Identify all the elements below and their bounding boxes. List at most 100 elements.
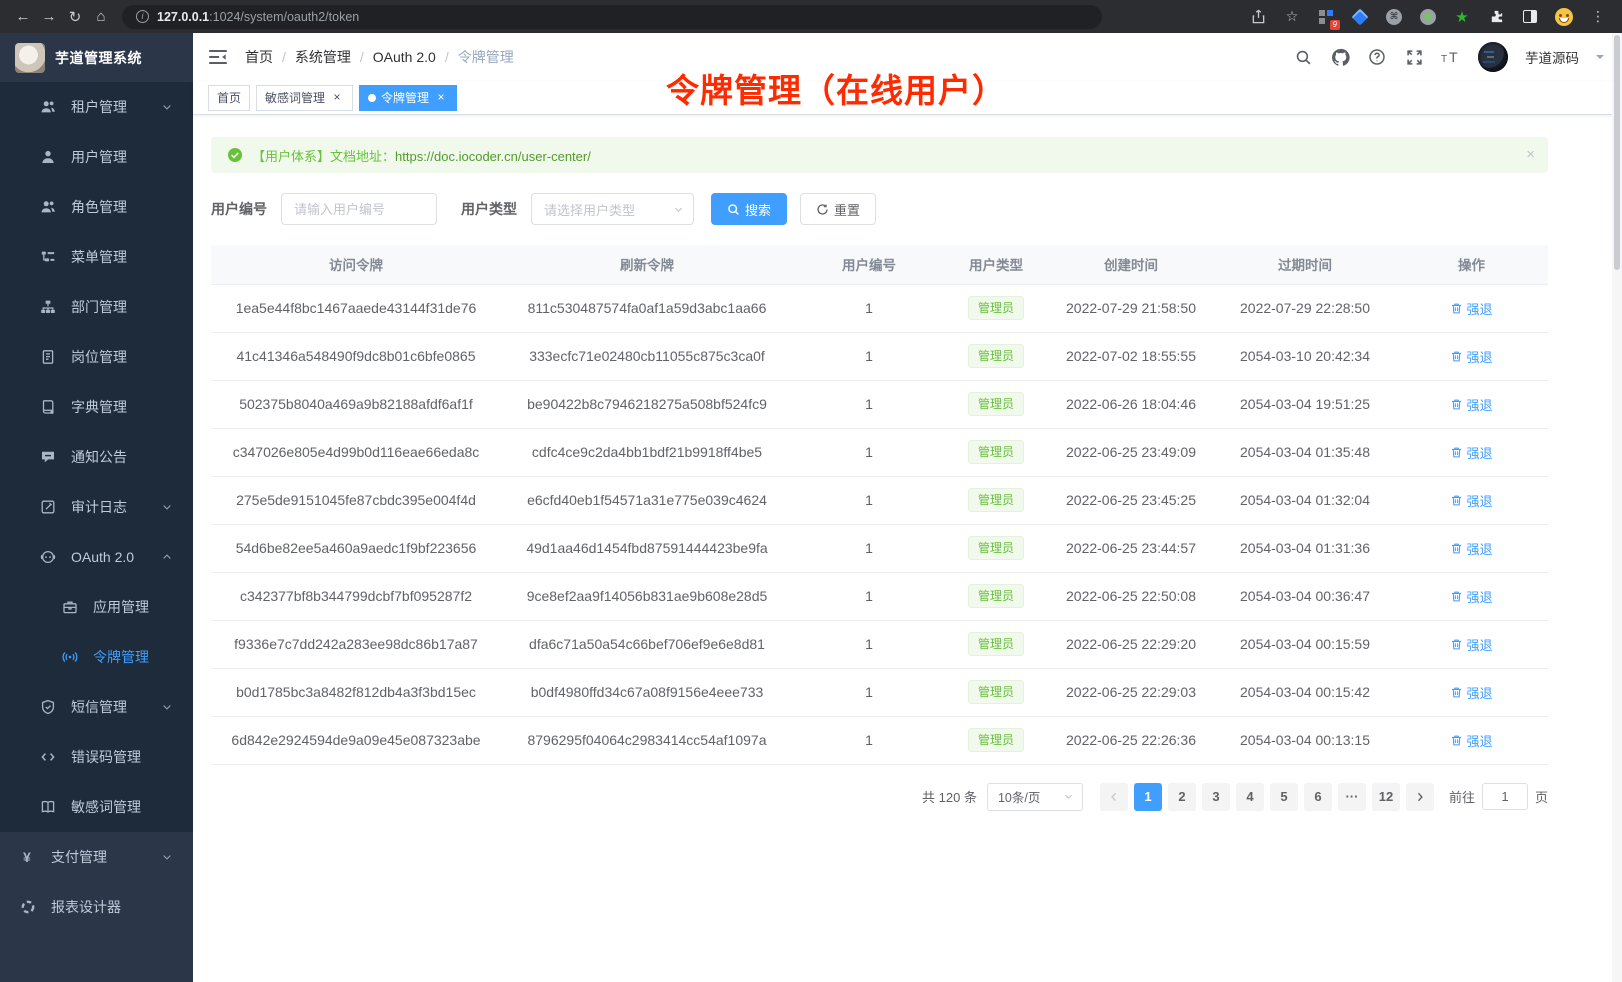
- bookmark-star-icon[interactable]: ☆: [1282, 7, 1302, 27]
- chevron-down-icon: [161, 101, 173, 113]
- sidebar-item-role[interactable]: 角色管理: [0, 182, 193, 232]
- recorder-extension-icon[interactable]: [1418, 7, 1438, 27]
- access-token-cell: c342377bf8b344799dcbf7bf095287f2: [211, 572, 501, 620]
- sidebar-item-user[interactable]: 用户管理: [0, 132, 193, 182]
- back-icon[interactable]: ←: [10, 4, 36, 30]
- sidebar-item-menu[interactable]: 菜单管理: [0, 232, 193, 282]
- user-type-select[interactable]: 请选择用户类型: [531, 193, 694, 225]
- sidebar-item-notice[interactable]: 通知公告: [0, 432, 193, 482]
- sidebar-item-oauth-app[interactable]: 应用管理: [0, 582, 193, 632]
- action-cell: 强退: [1395, 572, 1548, 620]
- sidebar-item-sensitive-word[interactable]: 敏感词管理: [0, 782, 193, 832]
- pager-page-button[interactable]: 2: [1168, 783, 1196, 811]
- chevron-down-icon[interactable]: [1596, 55, 1604, 63]
- user-type-badge: 管理员: [968, 344, 1024, 369]
- page-content: 【用户体系】文档地址：https://doc.iocoder.cn/user-c…: [193, 115, 1622, 982]
- sidebar-item-dictionary[interactable]: 字典管理: [0, 382, 193, 432]
- browser-menu-icon[interactable]: ⋮: [1588, 7, 1608, 27]
- sidebar-item-oauth-token[interactable]: 令牌管理: [0, 632, 193, 682]
- force-logout-button[interactable]: 强退: [1450, 731, 1492, 750]
- sidebar-item-error-code[interactable]: 错误码管理: [0, 732, 193, 782]
- force-logout-button[interactable]: 强退: [1450, 491, 1492, 510]
- prev-page-button[interactable]: [1100, 783, 1128, 811]
- expire-time-cell: 2054-03-04 00:15:59: [1215, 620, 1395, 668]
- search-button[interactable]: 搜索: [711, 193, 787, 225]
- gem-extension-icon[interactable]: [1350, 7, 1370, 27]
- pager-page-button[interactable]: 12: [1372, 783, 1400, 811]
- forward-icon[interactable]: →: [36, 4, 62, 30]
- pager-page-button[interactable]: 6: [1304, 783, 1332, 811]
- page-size-select[interactable]: 10条/页: [987, 783, 1083, 811]
- goto-page-input[interactable]: [1482, 783, 1528, 810]
- sidebar-item-tenant[interactable]: 租户管理: [0, 82, 193, 132]
- pager-page-button[interactable]: 3: [1202, 783, 1230, 811]
- force-logout-label: 强退: [1466, 587, 1492, 606]
- user-id-label: 用户编号: [211, 199, 267, 219]
- force-logout-button[interactable]: 强退: [1450, 683, 1492, 702]
- home-icon[interactable]: ⌂: [88, 4, 114, 30]
- gray-extension-icon[interactable]: ⌘: [1384, 7, 1404, 27]
- edit-square-icon: [40, 499, 56, 515]
- fullscreen-icon[interactable]: [1404, 47, 1424, 67]
- site-info-icon[interactable]: i: [136, 10, 149, 23]
- force-logout-button[interactable]: 强退: [1450, 587, 1492, 606]
- app-logo[interactable]: 芋道管理系统: [0, 33, 193, 82]
- doc-link[interactable]: https://doc.iocoder.cn/user-center/: [395, 149, 591, 164]
- tab-home[interactable]: 首页: [208, 85, 250, 111]
- reset-button[interactable]: 重置: [800, 193, 876, 225]
- sidebar-item-sms[interactable]: 短信管理: [0, 682, 193, 732]
- next-page-button[interactable]: [1406, 783, 1434, 811]
- chat-bubble-icon: [40, 449, 56, 465]
- tab-close-icon[interactable]: ×: [330, 91, 344, 105]
- force-logout-button[interactable]: 强退: [1450, 635, 1492, 654]
- search-icon[interactable]: [1293, 47, 1313, 67]
- refresh-token-cell: 811c530487574fa0af1a59d3abc1aa66: [501, 284, 793, 332]
- tab-token[interactable]: 令牌管理×: [359, 85, 457, 111]
- github-icon[interactable]: [1330, 47, 1350, 67]
- user-id-cell: 1: [793, 620, 945, 668]
- create-time-cell: 2022-06-25 22:26:36: [1047, 716, 1215, 764]
- force-logout-button[interactable]: 强退: [1450, 539, 1492, 558]
- chevron-down-icon: [161, 501, 173, 513]
- pager-ellipsis[interactable]: ···: [1338, 783, 1366, 811]
- help-icon[interactable]: [1367, 47, 1387, 67]
- sidebar-item-payment[interactable]: ¥支付管理: [0, 832, 193, 882]
- pager-page-button[interactable]: 1: [1134, 783, 1162, 811]
- pager-page-button[interactable]: 5: [1270, 783, 1298, 811]
- sidebar-item-oauth2[interactable]: OAuth 2.0: [0, 532, 193, 582]
- user-id-input[interactable]: [281, 193, 437, 225]
- breadcrumb-item[interactable]: 系统管理: [295, 47, 351, 67]
- tab-close-icon[interactable]: ×: [434, 91, 448, 105]
- font-size-icon[interactable]: TT: [1441, 47, 1461, 67]
- sidebar-item-audit-log[interactable]: 审计日志: [0, 482, 193, 532]
- tab-sensitive-word[interactable]: 敏感词管理×: [256, 85, 353, 111]
- alert-close-icon[interactable]: ×: [1526, 147, 1535, 162]
- trash-icon: [1450, 398, 1463, 411]
- hamburger-icon[interactable]: [207, 46, 229, 68]
- sidebar-item-department[interactable]: 部门管理: [0, 282, 193, 332]
- profile-avatar-icon[interactable]: [1554, 7, 1574, 27]
- page-scrollbar[interactable]: [1612, 33, 1622, 982]
- force-logout-button[interactable]: 强退: [1450, 299, 1492, 318]
- goto-label: 前往: [1449, 787, 1475, 806]
- extension-grid-icon[interactable]: 9: [1316, 7, 1336, 27]
- refresh-token-cell: be90422b8c7946218275a508bf524fc9: [501, 380, 793, 428]
- sidebar-item-label: 租户管理: [71, 97, 127, 117]
- sidebar-item-report-designer[interactable]: 报表设计器: [0, 882, 193, 932]
- force-logout-button[interactable]: 强退: [1450, 347, 1492, 366]
- user-name[interactable]: 芋道源码: [1525, 47, 1579, 67]
- pager-page-button[interactable]: 4: [1236, 783, 1264, 811]
- share-icon[interactable]: [1248, 7, 1268, 27]
- breadcrumb-item[interactable]: 首页: [245, 47, 273, 67]
- breadcrumb-item[interactable]: OAuth 2.0: [373, 49, 436, 65]
- sidebar-item-post[interactable]: 岗位管理: [0, 332, 193, 382]
- url-bar[interactable]: i 127.0.0.1:1024/system/oauth2/token: [122, 5, 1102, 29]
- force-logout-button[interactable]: 强退: [1450, 395, 1492, 414]
- user-avatar[interactable]: [1478, 42, 1508, 72]
- split-screen-icon[interactable]: [1520, 7, 1540, 27]
- star-extension-icon[interactable]: ★: [1452, 7, 1472, 27]
- scrollbar-thumb[interactable]: [1614, 35, 1620, 270]
- force-logout-button[interactable]: 强退: [1450, 443, 1492, 462]
- puzzle-extensions-icon[interactable]: [1486, 7, 1506, 27]
- reload-icon[interactable]: ↻: [62, 4, 88, 30]
